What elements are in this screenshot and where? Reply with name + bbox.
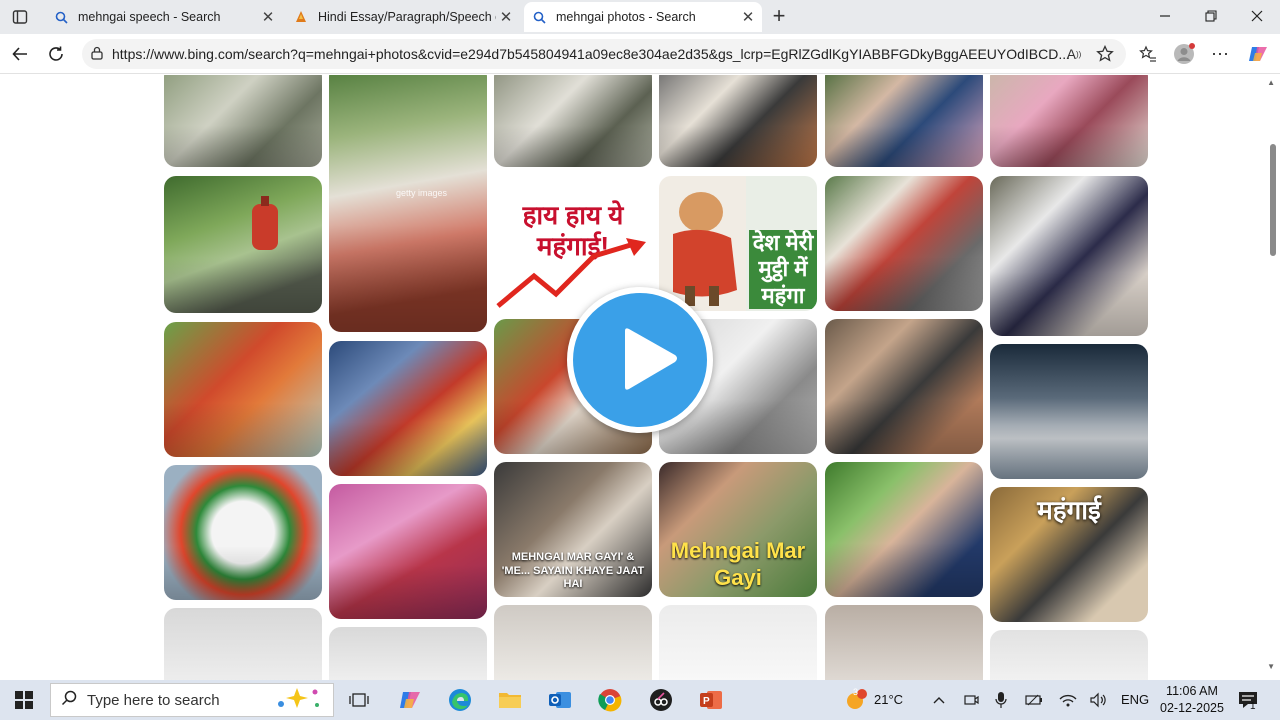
favorites-icon[interactable] (1136, 42, 1160, 66)
notification-count: 1 (1250, 701, 1256, 712)
read-aloud-icon[interactable]: A)) (1062, 42, 1086, 66)
search-placeholder: Type here to search (87, 691, 220, 709)
image-caption: Mehngai Mar Gayi (670, 538, 806, 590)
copilot-icon[interactable] (1246, 42, 1270, 66)
image-result[interactable] (329, 341, 487, 476)
image-caption: देश मेरी मुट्ठी में महंगा (749, 230, 817, 310)
image-result[interactable] (164, 176, 322, 313)
clock-date: 02-12-2025 (1160, 701, 1224, 715)
wifi-icon[interactable] (1056, 688, 1080, 712)
image-result[interactable] (329, 627, 487, 680)
close-icon[interactable]: ✕ (258, 8, 278, 26)
close-window-button[interactable] (1234, 0, 1280, 32)
copilot-app-icon[interactable] (398, 688, 422, 712)
image-result[interactable] (164, 322, 322, 457)
taskbar-search-box[interactable]: Type here to search (50, 683, 334, 717)
bing-search-icon (54, 10, 68, 24)
microphone-icon[interactable] (989, 688, 1013, 712)
chevron-up-icon[interactable] (927, 688, 951, 712)
image-result[interactable]: getty images (329, 75, 487, 332)
address-url[interactable]: https://www.bing.com/search?q=mehngai+ph… (112, 46, 1126, 62)
image-result[interactable]: Mehngai Mar Gayi (659, 462, 817, 597)
minimize-button[interactable] (1142, 0, 1188, 32)
tab-mehngai-speech[interactable]: mehngai speech - Search ✕ (46, 2, 282, 32)
image-result[interactable]: MEHNGAI MAR GAYI' & 'ME... SAYAIN KHAYE … (494, 462, 652, 597)
image-caption: MEHNGAI MAR GAYI' & 'ME... SAYAIN KHAYE … (501, 551, 645, 590)
restore-button[interactable] (1188, 0, 1234, 32)
scrollbar-thumb[interactable] (1270, 144, 1276, 256)
file-explorer-icon[interactable] (498, 688, 522, 712)
weather-temperature[interactable]: 21°C (874, 692, 903, 707)
tab-actions-icon[interactable] (8, 5, 32, 29)
svg-text:P: P (703, 696, 710, 707)
image-result[interactable] (494, 605, 652, 680)
task-view-icon[interactable] (347, 688, 371, 712)
image-result[interactable] (825, 462, 983, 597)
image-result[interactable] (825, 605, 983, 680)
image-result[interactable]: महंगाई (990, 487, 1148, 622)
image-result[interactable] (164, 75, 322, 167)
image-result[interactable] (825, 176, 983, 311)
image-result[interactable] (164, 465, 322, 600)
clock-time: 11:06 AM (1166, 684, 1218, 698)
tab-bar: mehngai speech - Search ✕ Hindi Essay/Pa… (0, 0, 1280, 34)
address-bar[interactable]: https://www.bing.com/search?q=mehngai+ph… (82, 39, 1126, 69)
edge-browser-icon[interactable] (448, 688, 472, 712)
tab-title: mehngai speech - Search (78, 10, 221, 24)
image-result[interactable] (990, 344, 1148, 479)
image-result[interactable] (494, 75, 652, 167)
profile-avatar[interactable] (1172, 42, 1196, 66)
image-result[interactable] (659, 75, 817, 167)
language-indicator[interactable]: ENG (1121, 692, 1149, 707)
image-result[interactable] (990, 176, 1148, 336)
tab-mehngai-photos[interactable]: mehngai photos - Search ✕ (524, 2, 762, 32)
close-icon[interactable]: ✕ (738, 8, 758, 26)
windows-taskbar: Type here to search P 3 21°C ENG 11:06 A… (0, 680, 1280, 720)
refresh-icon[interactable] (44, 42, 68, 66)
image-result[interactable] (659, 605, 817, 680)
scroll-up-arrow-icon[interactable]: ▲ (1267, 78, 1275, 87)
image-result[interactable]: देश मेरी मुट्ठी में महंगा (659, 176, 817, 311)
outlook-icon[interactable] (548, 688, 572, 712)
favorite-star-icon[interactable] (1093, 42, 1117, 66)
windows-start-icon[interactable] (12, 688, 36, 712)
watermark: getty images (395, 187, 447, 198)
tab-title: Hindi Essay/Paragraph/Speech on (318, 10, 496, 24)
play-icon (625, 328, 677, 390)
site-info-icon[interactable] (82, 46, 112, 63)
close-icon[interactable]: ✕ (496, 8, 516, 26)
chrome-icon[interactable] (598, 688, 622, 712)
new-tab-button[interactable]: + (767, 3, 791, 28)
powerpoint-icon[interactable]: P (699, 688, 723, 712)
image-result[interactable] (825, 75, 983, 167)
bing-search-icon (532, 10, 546, 24)
tab-hindi-essay[interactable]: Hindi Essay/Paragraph/Speech on ✕ (286, 2, 520, 32)
scroll-down-arrow-icon[interactable]: ▼ (1267, 662, 1275, 671)
image-caption: महंगाई (1037, 495, 1101, 525)
search-highlight-icon (269, 686, 325, 714)
play-video-button[interactable] (567, 287, 713, 433)
weather-badge: 3 (853, 687, 859, 697)
more-options-icon[interactable]: ⋯ (1208, 42, 1232, 66)
notification-center-icon[interactable] (1236, 688, 1260, 712)
site-favicon-icon (294, 10, 308, 24)
back-arrow-icon[interactable] (8, 42, 32, 66)
taskbar-clock[interactable]: 11:06 AM 02-12-2025 (1152, 683, 1232, 717)
image-result[interactable] (990, 630, 1148, 680)
search-icon (51, 690, 87, 711)
snipping-tool-icon[interactable] (649, 688, 673, 712)
navigation-bar: https://www.bing.com/search?q=mehngai+ph… (0, 34, 1280, 74)
image-result[interactable] (164, 608, 322, 680)
volume-icon[interactable] (1086, 688, 1110, 712)
tab-title: mehngai photos - Search (556, 10, 696, 24)
meet-now-icon[interactable] (959, 688, 983, 712)
battery-icon[interactable] (1022, 688, 1046, 712)
image-result[interactable] (990, 75, 1148, 167)
image-result[interactable] (329, 484, 487, 619)
image-result[interactable] (825, 319, 983, 454)
